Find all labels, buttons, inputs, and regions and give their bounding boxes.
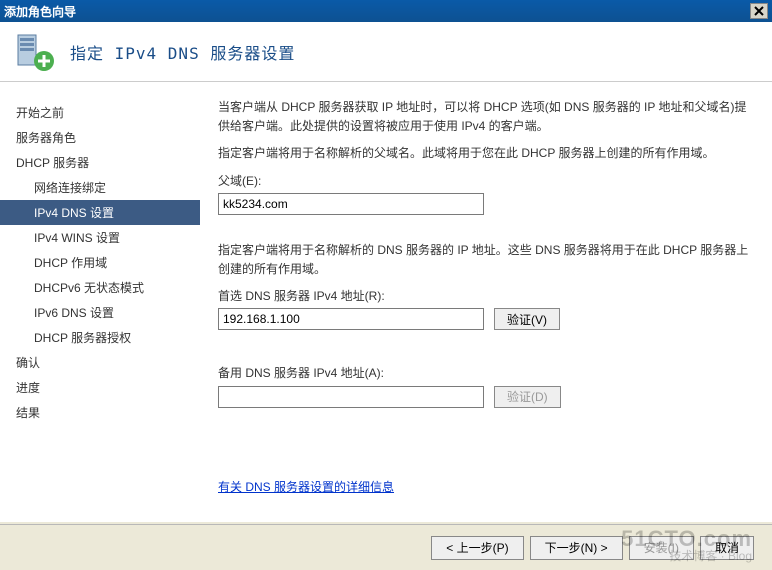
previous-button[interactable]: < 上一步(P) bbox=[431, 536, 523, 560]
validate-preferred-button[interactable]: 验证(V) bbox=[494, 308, 560, 330]
intro-text-1: 当客户端从 DHCP 服务器获取 IP 地址时，可以将 DHCP 选项(如 DN… bbox=[218, 98, 750, 136]
page-title: 指定 IPv4 DNS 服务器设置 bbox=[70, 40, 295, 64]
parent-domain-input[interactable] bbox=[218, 193, 484, 215]
parent-domain-label: 父域(E): bbox=[218, 172, 750, 191]
sidebar-item-ipv4-wins[interactable]: IPv4 WINS 设置 bbox=[0, 225, 200, 250]
validate-alternate-button: 验证(D) bbox=[494, 386, 561, 408]
sidebar-item-progress[interactable]: 进度 bbox=[0, 375, 200, 400]
sidebar-item-dhcp-server[interactable]: DHCP 服务器 bbox=[0, 150, 200, 175]
server-role-icon bbox=[14, 31, 56, 73]
wizard-sidebar: 开始之前 服务器角色 DHCP 服务器 网络连接绑定 IPv4 DNS 设置 I… bbox=[0, 82, 200, 522]
sidebar-item-dhcpv6-stateless[interactable]: DHCPv6 无状态模式 bbox=[0, 275, 200, 300]
sidebar-item-server-roles[interactable]: 服务器角色 bbox=[0, 125, 200, 150]
sidebar-item-ipv6-dns[interactable]: IPv6 DNS 设置 bbox=[0, 300, 200, 325]
sidebar-item-dhcp-authorize[interactable]: DHCP 服务器授权 bbox=[0, 325, 200, 350]
wizard-button-bar: < 上一步(P) 下一步(N) > 安装(I) 取消 bbox=[0, 524, 772, 570]
close-icon bbox=[754, 6, 764, 16]
window-title: 添加角色向导 bbox=[4, 3, 76, 20]
sidebar-item-dhcp-scope[interactable]: DHCP 作用域 bbox=[0, 250, 200, 275]
dns-info-link[interactable]: 有关 DNS 服务器设置的详细信息 bbox=[218, 478, 394, 497]
sidebar-item-before-begin[interactable]: 开始之前 bbox=[0, 100, 200, 125]
sidebar-item-results[interactable]: 结果 bbox=[0, 400, 200, 425]
alternate-dns-label: 备用 DNS 服务器 IPv4 地址(A): bbox=[218, 364, 750, 383]
preferred-dns-input[interactable] bbox=[218, 308, 484, 330]
cancel-button[interactable]: 取消 bbox=[700, 536, 754, 560]
wizard-header: 指定 IPv4 DNS 服务器设置 bbox=[0, 22, 772, 82]
install-button: 安装(I) bbox=[629, 536, 694, 560]
intro-text-2: 指定客户端将用于名称解析的父域名。此域将用于您在此 DHCP 服务器上创建的所有… bbox=[218, 144, 750, 163]
sidebar-item-network-binding[interactable]: 网络连接绑定 bbox=[0, 175, 200, 200]
sidebar-item-ipv4-dns[interactable]: IPv4 DNS 设置 bbox=[0, 200, 200, 225]
next-button[interactable]: 下一步(N) > bbox=[530, 536, 623, 560]
sidebar-item-confirm[interactable]: 确认 bbox=[0, 350, 200, 375]
titlebar: 添加角色向导 bbox=[0, 0, 772, 22]
close-button[interactable] bbox=[750, 3, 768, 19]
alternate-dns-input[interactable] bbox=[218, 386, 484, 408]
preferred-dns-label: 首选 DNS 服务器 IPv4 地址(R): bbox=[218, 287, 750, 306]
wizard-content: 开始之前 服务器角色 DHCP 服务器 网络连接绑定 IPv4 DNS 设置 I… bbox=[0, 82, 772, 522]
dns-desc-text: 指定客户端将用于名称解析的 DNS 服务器的 IP 地址。这些 DNS 服务器将… bbox=[218, 241, 750, 279]
wizard-main: 当客户端从 DHCP 服务器获取 IP 地址时，可以将 DHCP 选项(如 DN… bbox=[200, 82, 772, 522]
